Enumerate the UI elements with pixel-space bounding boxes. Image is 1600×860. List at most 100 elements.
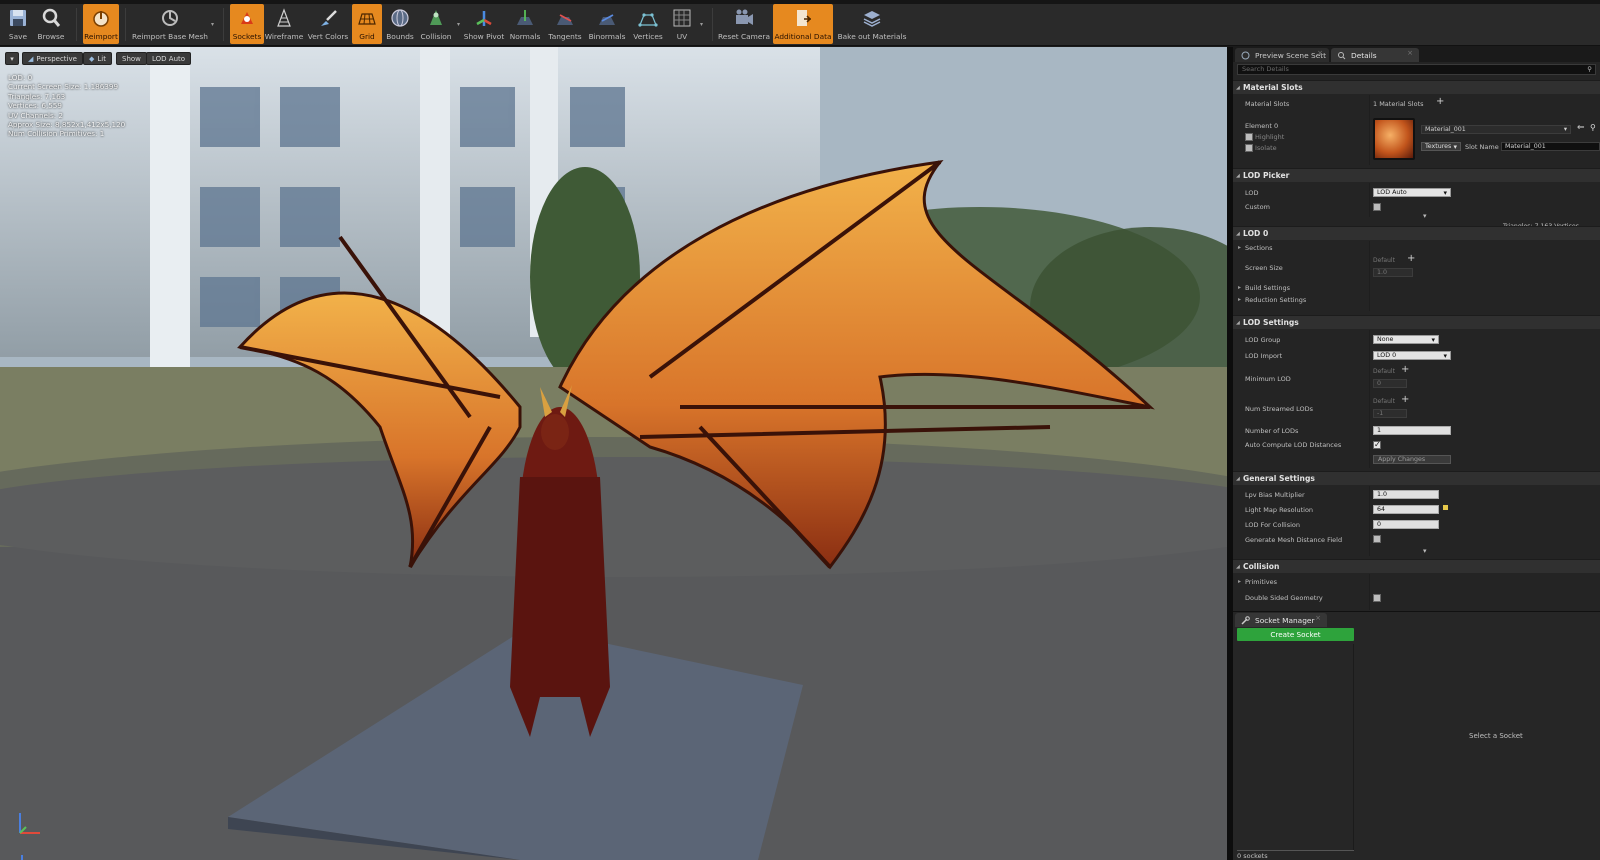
uv-dropdown-arrow[interactable]: ▾ [697,4,706,44]
lod-import-dropdown[interactable]: LOD 0 [1373,351,1451,360]
num-streamed-lods-input[interactable]: -1 [1373,409,1407,418]
column-splitter[interactable] [1369,241,1370,311]
additional-data-button[interactable]: Additional Data [773,4,833,44]
column-splitter[interactable] [1369,330,1370,468]
show-pivot-button[interactable]: Show Pivot [463,4,505,44]
create-socket-label: Create Socket [1270,630,1321,639]
wireframe-icon [277,8,291,27]
vert-colors-button[interactable]: Vert Colors [304,4,352,44]
isolate-checkbox[interactable] [1245,144,1253,152]
collision-dropdown-arrow[interactable]: ▾ [454,4,463,44]
category-collision[interactable]: Collision [1233,559,1600,573]
reset-to-default-icon[interactable] [1443,505,1448,510]
column-splitter[interactable] [1369,95,1370,165]
generate-distance-field-checkbox[interactable] [1373,535,1381,543]
lpv-bias-input[interactable]: 1.0 [1373,490,1439,499]
create-socket-button[interactable]: Create Socket [1237,628,1354,641]
highlight-checkbox[interactable] [1245,133,1253,141]
slot-name-input[interactable]: Material_001 [1501,142,1600,151]
expand-arrow-icon[interactable]: ▾ [1423,547,1427,555]
panel-tabs: Preview Scene Sett × Details × [1233,47,1600,62]
stat-screen-size: Current Screen Size: 1.186399 [8,82,119,92]
tab-close-icon[interactable]: × [1407,49,1413,57]
textures-dropdown[interactable]: Textures [1421,142,1461,151]
sections-row[interactable]: Sections [1238,244,1272,252]
reimport-base-mesh-button[interactable]: Reimport Base Mesh [132,4,208,44]
custom-checkbox[interactable] [1373,203,1381,211]
minimum-lod-input[interactable]: 0 [1373,379,1407,388]
screen-size-input[interactable]: 1.0 [1373,268,1413,277]
stat-collision-primitives: Num Collision Primitives: 1 [8,129,105,139]
lod-picker-dropdown[interactable]: LOD Auto [1373,188,1451,197]
vertices-button[interactable]: Vertices [629,4,667,44]
wireframe-button[interactable]: Wireframe [264,4,304,44]
use-selected-arrow-icon[interactable]: ⇐ [1577,123,1585,133]
add-material-slot-icon[interactable]: + [1436,97,1444,107]
save-button[interactable]: Save [4,4,32,44]
normals-label: Normals [509,32,541,41]
socket-manager-panel: Socket Manager × Create Socket Select a … [1233,611,1600,860]
browse-button[interactable]: Browse [32,4,70,44]
lod-group-dropdown[interactable]: None [1373,335,1439,344]
viewport[interactable]: ▾ ◢ Perspective ◆ Lit Show LOD Auto LOD:… [0,47,1227,860]
grid-button[interactable]: Grid [352,4,382,44]
number-of-lods-input[interactable]: 1 [1373,426,1451,435]
column-splitter[interactable] [1369,486,1370,556]
reimport-button[interactable]: Reimport [83,4,119,44]
uv-grid-icon [673,9,691,27]
show-button[interactable]: Show [116,52,147,65]
column-splitter[interactable] [1369,574,1370,610]
save-label: Save [8,32,28,41]
double-sided-geometry-checkbox[interactable] [1373,594,1381,602]
reimport-dropdown-arrow[interactable]: ▾ [208,4,217,44]
bake-out-materials-button[interactable]: Bake out Materials [837,4,907,44]
binormals-button[interactable]: Binormals [585,4,629,44]
browse-asset-icon[interactable]: ⚲ [1590,123,1596,132]
build-settings-row[interactable]: Build Settings [1238,284,1290,292]
lit-button[interactable]: ◆ Lit [83,52,112,65]
perspective-button[interactable]: ◢ Perspective [22,52,83,65]
material-thumbnail[interactable] [1373,118,1415,160]
sockets-button[interactable]: Sockets [230,4,264,44]
reduction-settings-row[interactable]: Reduction Settings [1238,296,1306,304]
category-lod-picker[interactable]: LOD Picker [1233,168,1600,182]
lod-import-label: LOD Import [1245,352,1283,360]
details-search-input[interactable]: Search Details ⚲ [1237,64,1596,75]
lod-for-collision-input[interactable]: 0 [1373,520,1439,529]
normals-button[interactable]: Normals [505,4,545,44]
uv-button[interactable]: UV [667,4,697,44]
category-material-slots[interactable]: Material Slots [1233,80,1600,94]
viewport-options-button[interactable]: ▾ [5,52,19,65]
tab-preview-scene-settings[interactable]: Preview Scene Sett × [1235,48,1329,62]
add-num-streamed-icon[interactable]: + [1401,395,1409,405]
collision-button[interactable]: Collision [418,4,454,44]
socket-list[interactable] [1237,644,1354,851]
grid-label: Grid [359,32,375,41]
tangents-button[interactable]: Tangents [545,4,585,44]
tab-details[interactable]: Details × [1331,48,1419,62]
add-min-lod-icon[interactable]: + [1401,365,1409,375]
light-map-resolution-input[interactable]: 64 [1373,505,1439,514]
uv-label: UV [676,32,688,41]
tab-close-icon[interactable]: × [1315,614,1321,622]
tab-socket-manager[interactable]: Socket Manager × [1235,613,1327,627]
primitives-row[interactable]: Primitives [1238,578,1277,586]
sockets-label: Sockets [232,32,262,41]
category-general-settings[interactable]: General Settings [1233,471,1600,485]
bounds-button[interactable]: Bounds [382,4,418,44]
material-asset-picker[interactable]: Material_001 ▾ [1421,125,1571,134]
apply-changes-button[interactable]: Apply Changes [1373,455,1451,464]
lod-auto-button[interactable]: LOD Auto [146,52,192,65]
expand-arrow-icon[interactable]: ▾ [1423,212,1427,220]
wireframe-label: Wireframe [264,32,304,41]
category-lod-settings[interactable]: LOD Settings [1233,315,1600,329]
number-of-lods-value: 1 [1377,427,1382,434]
tab-close-icon[interactable]: × [1317,49,1323,57]
category-label: LOD Settings [1243,318,1299,327]
reset-camera-button[interactable]: Reset Camera [718,4,770,44]
add-screen-size-icon[interactable]: + [1407,254,1415,264]
category-lod-0[interactable]: LOD 0 [1233,226,1600,240]
column-splitter[interactable] [1369,183,1370,217]
reimport-base-label: Reimport Base Mesh [132,32,208,41]
auto-compute-lod-checkbox[interactable] [1373,440,1381,449]
